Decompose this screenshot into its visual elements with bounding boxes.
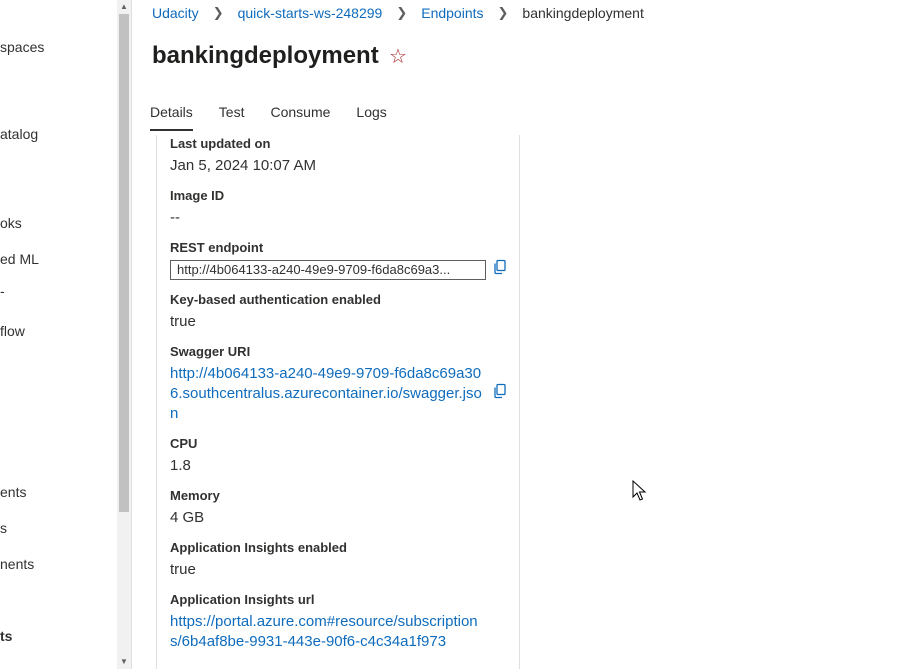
field-value: -- — [170, 209, 180, 226]
field-label: Application Insights url — [170, 592, 315, 607]
mouse-cursor-icon — [632, 480, 647, 501]
rest-endpoint-textbox[interactable]: http://4b064133-a240-49e9-9709-f6da8c69a… — [170, 260, 486, 280]
field-label: Key-based authentication enabled — [170, 292, 381, 307]
nav-divider — [131, 0, 132, 669]
nav-item-catalog[interactable]: atalog — [0, 126, 38, 142]
field-memory: Memory 4 GB — [170, 488, 500, 528]
nav-item-jobs[interactable]: s — [0, 520, 7, 536]
nav-item-workspaces[interactable]: spaces — [0, 39, 44, 55]
details-panel: Last updated on Jan 5, 2024 10:07 AM Ima… — [156, 135, 520, 669]
field-label: REST endpoint — [170, 240, 264, 255]
nav-item-notebooks[interactable]: oks — [0, 215, 22, 231]
scroll-up-arrow-icon[interactable]: ▲ — [120, 3, 128, 11]
field-value: 1.8 — [170, 457, 191, 474]
chevron-right-icon: ❯ — [497, 5, 509, 20]
field-rest-endpoint: REST endpoint http://4b064133-a240-49e9-… — [170, 240, 500, 280]
star-icon[interactable]: ☆ — [389, 44, 407, 69]
field-last-updated: Last updated on Jan 5, 2024 10:07 AM — [170, 136, 500, 176]
swagger-uri-link[interactable]: http://4b064133-a240-49e9-9709-f6da8c69a… — [170, 364, 488, 424]
page-title: bankingdeployment — [152, 42, 379, 69]
breadcrumb: Udacity ❯ quick-starts-ws-248299 ❯ Endpo… — [152, 5, 644, 21]
tab-test[interactable]: Test — [219, 104, 245, 131]
tab-logs[interactable]: Logs — [356, 104, 386, 131]
nav-item-prompt-flow[interactable]: flow — [0, 323, 25, 339]
field-cpu: CPU 1.8 — [170, 436, 500, 476]
field-value: true — [170, 313, 196, 330]
copy-icon[interactable] — [492, 259, 508, 275]
field-key-auth: Key-based authentication enabled true — [170, 292, 500, 332]
nav-scrollbar[interactable]: ▲ ▼ — [117, 0, 131, 669]
field-label: Memory — [170, 488, 220, 503]
copy-icon[interactable] — [492, 383, 508, 399]
chevron-right-icon: ❯ — [396, 5, 408, 20]
breadcrumb-workspace[interactable]: quick-starts-ws-248299 — [238, 5, 383, 21]
field-label: CPU — [170, 436, 198, 451]
chevron-right-icon: ❯ — [212, 5, 224, 20]
tab-details[interactable]: Details — [150, 104, 193, 131]
field-value: Jan 5, 2024 10:07 AM — [170, 157, 316, 174]
field-image-id: Image ID -- — [170, 188, 500, 228]
nav-item-components[interactable]: nents — [0, 556, 34, 572]
scroll-thumb[interactable] — [119, 14, 129, 512]
nav-item-assets[interactable]: ts — [0, 628, 12, 644]
nav-item-environments[interactable]: ents — [0, 484, 26, 500]
nav-item-automated-ml[interactable]: ed ML — [0, 251, 39, 267]
field-app-insights-enabled: Application Insights enabled true — [170, 540, 500, 580]
field-label: Last updated on — [170, 136, 271, 151]
nav-item-designer[interactable]: - — [0, 283, 5, 299]
field-label: Image ID — [170, 188, 225, 203]
field-value: true — [170, 561, 196, 578]
field-label: Application Insights enabled — [170, 540, 347, 555]
field-value: 4 GB — [170, 509, 205, 526]
field-label: Swagger URI — [170, 344, 251, 359]
field-app-insights-url: Application Insights url https://portal.… — [170, 592, 500, 652]
app-insights-url-link[interactable]: https://portal.azure.com#resource/subscr… — [170, 612, 488, 652]
tab-consume[interactable]: Consume — [270, 104, 330, 131]
left-nav: spaces atalog oks ed ML - flow ents s ne… — [0, 0, 118, 669]
field-swagger-uri: Swagger URI http://4b064133-a240-49e9-97… — [170, 344, 500, 424]
tab-bar: Details Test Consume Logs — [150, 104, 413, 131]
breadcrumb-endpoints[interactable]: Endpoints — [421, 5, 483, 21]
breadcrumb-workspace-root[interactable]: Udacity — [152, 5, 199, 21]
scroll-down-arrow-icon[interactable]: ▼ — [120, 658, 128, 666]
breadcrumb-current: bankingdeployment — [522, 5, 644, 21]
